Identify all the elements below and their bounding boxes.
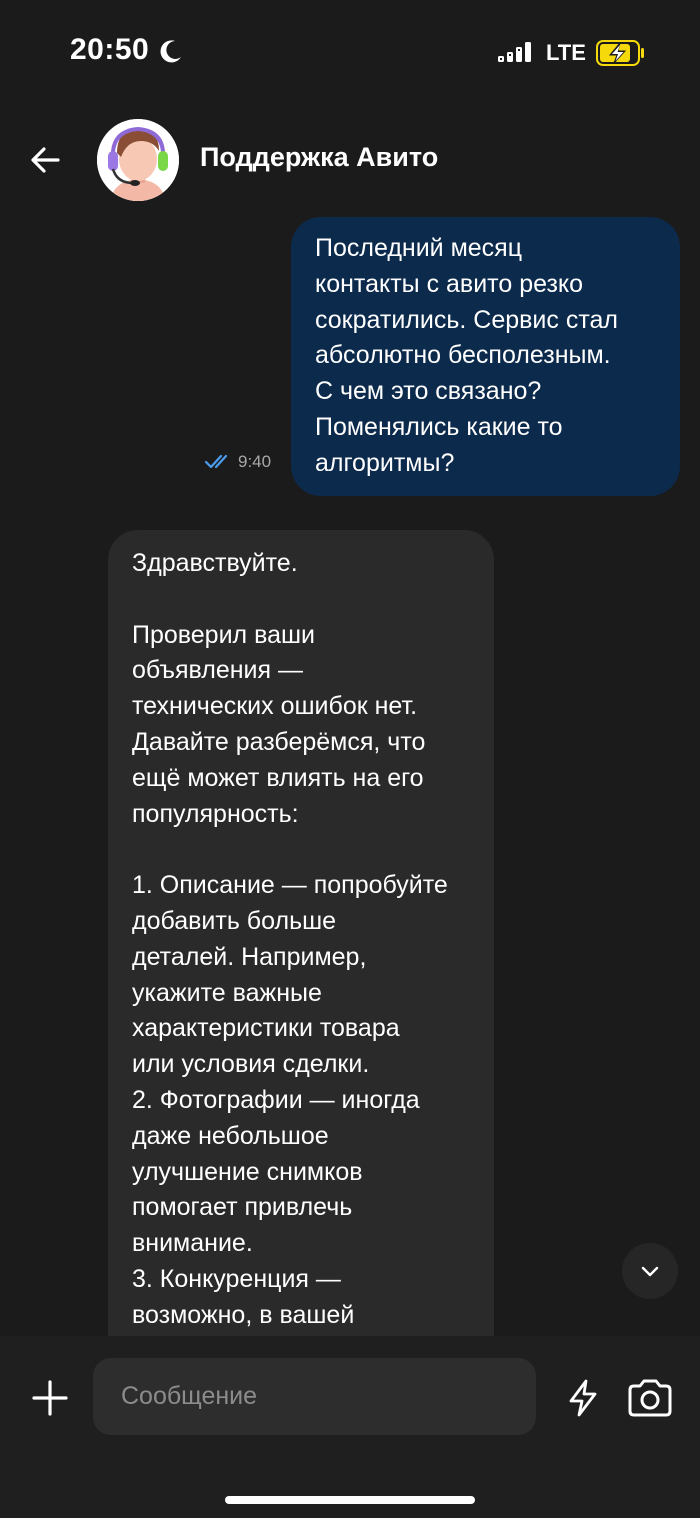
chat-title: Поддержка Авито [200, 142, 439, 172]
support-agent-illustration [97, 119, 179, 201]
read-checkmarks-icon [204, 454, 228, 469]
plus-icon[interactable] [30, 1378, 70, 1418]
camera-icon[interactable] [626, 1378, 674, 1418]
scroll-to-bottom-button[interactable] [622, 1243, 678, 1299]
message-input[interactable] [93, 1358, 536, 1435]
message-composer [0, 1336, 700, 1518]
home-indicator[interactable] [225, 1496, 475, 1504]
network-type: LTE [546, 40, 586, 65]
incoming-message-bubble[interactable]: Здравствуйте. Проверил ваши объявления —… [108, 530, 494, 1430]
status-bar: 20:50 LTE [0, 0, 700, 100]
support-agent-avatar[interactable] [97, 119, 179, 201]
chat-header: Поддержка Авито [0, 110, 700, 210]
arrow-left-icon[interactable] [28, 142, 64, 178]
signal-icon [498, 42, 531, 62]
message-time: 9:40 [238, 452, 272, 471]
lightning-icon[interactable] [565, 1378, 601, 1418]
chevron-down-icon [641, 1266, 659, 1277]
outgoing-message-bubble[interactable]: Последний месяц контакты с авито резко с… [291, 217, 680, 496]
moon-icon [160, 40, 181, 63]
status-time: 20:50 [70, 33, 150, 66]
battery-charging-icon [596, 40, 644, 66]
